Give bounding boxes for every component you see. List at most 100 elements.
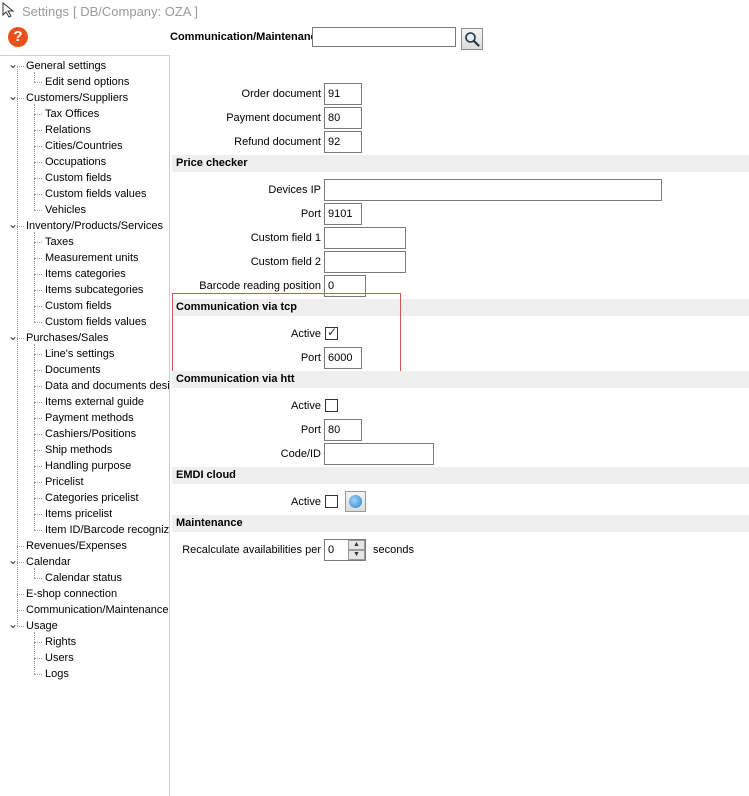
section-title: Communication/Maintenance	[170, 31, 312, 43]
emdi-globe-button[interactable]	[345, 491, 366, 512]
custom-field-1-label: Custom field 1	[250, 232, 321, 244]
tree-item[interactable]: Items external guide	[45, 394, 144, 410]
tcp-active-checkbox[interactable]: ✓	[325, 325, 338, 340]
tcp-port-label: Port	[300, 352, 321, 364]
tree-guide-line	[34, 178, 42, 179]
tree-guide-line	[34, 146, 42, 147]
tree-guide-line	[17, 66, 18, 626]
order-document-label: Order document	[241, 88, 321, 100]
http-active-label: Active	[291, 400, 321, 412]
tree-item[interactable]: Edit send options	[45, 74, 129, 90]
http-port-label: Port	[300, 424, 321, 436]
tree-item[interactable]: Communication/Maintenance	[26, 602, 168, 618]
maintenance-header: Maintenance	[172, 515, 749, 532]
tree-guide-line	[34, 418, 42, 419]
tree-item[interactable]: Customers/Suppliers	[26, 90, 128, 106]
magnifier-icon	[465, 32, 480, 47]
tree-item[interactable]: Custom fields values	[45, 186, 147, 202]
tree-guide-line	[17, 546, 24, 547]
help-icon[interactable]: ?	[8, 27, 28, 47]
price-checker-header: Price checker	[172, 155, 749, 172]
barcode-position-field[interactable]	[324, 275, 366, 297]
tree-item[interactable]: Line's settings	[45, 346, 114, 362]
tree-item[interactable]: Handling purpose	[45, 458, 131, 474]
search-button[interactable]	[461, 28, 483, 50]
tree-item[interactable]: Calendar status	[45, 570, 122, 586]
tree-item[interactable]: Items subcategories	[45, 282, 143, 298]
tree-guide-line	[34, 114, 42, 115]
search-input[interactable]	[312, 27, 456, 47]
code-id-field[interactable]	[324, 443, 434, 465]
tree-item[interactable]: Custom fields	[45, 170, 112, 186]
devices-ip-label: Devices IP	[268, 184, 321, 196]
payment-document-field[interactable]	[324, 107, 362, 129]
tree-item[interactable]: Relations	[45, 122, 91, 138]
tree-item[interactable]: Inventory/Products/Services	[26, 218, 163, 234]
tree-guide-line	[34, 104, 35, 210]
emdi-active-label: Active	[291, 496, 321, 508]
tree-item[interactable]: Categories pricelist	[45, 490, 139, 506]
tree-item[interactable]: Rights	[45, 634, 76, 650]
tree-item[interactable]: Documents	[45, 362, 101, 378]
tree-item[interactable]: Custom fields	[45, 298, 112, 314]
tree-item[interactable]: Purchases/Sales	[26, 330, 109, 346]
cursor-icon	[2, 2, 15, 18]
tcp-port-field[interactable]	[324, 347, 362, 369]
http-active-checkbox[interactable]	[325, 399, 338, 412]
tree-guide-line	[34, 306, 42, 307]
tree-guide-line	[34, 274, 42, 275]
tree-item[interactable]: Vehicles	[45, 202, 86, 218]
http-port-field[interactable]	[324, 419, 362, 441]
tree-item[interactable]: Items pricelist	[45, 506, 112, 522]
tree-item[interactable]: Measurement units	[45, 250, 139, 266]
tree-item[interactable]: Revenues/Expenses	[26, 538, 127, 554]
tree-item[interactable]: Ship methods	[45, 442, 112, 458]
custom-field-2-label: Custom field 2	[250, 256, 321, 268]
tree-item[interactable]: Custom fields values	[45, 314, 147, 330]
recalculate-spinner[interactable]: ▲ ▼	[348, 540, 365, 560]
tree-item[interactable]: Cashiers/Positions	[45, 426, 136, 442]
tree-item[interactable]: E-shop connection	[26, 586, 117, 602]
order-document-field[interactable]	[324, 83, 362, 105]
emdi-active-checkbox[interactable]	[325, 495, 338, 508]
tree-item[interactable]: Logs	[45, 666, 69, 682]
barcode-position-label: Barcode reading position	[199, 280, 321, 292]
tree-guide-line	[34, 578, 42, 579]
custom-field-1-input[interactable]	[324, 227, 406, 249]
tree-guide-line	[34, 632, 35, 674]
tree-item[interactable]: Tax Offices	[45, 106, 99, 122]
tree-guide-line	[34, 498, 42, 499]
refund-document-field[interactable]	[324, 131, 362, 153]
tree-guide-line	[17, 338, 24, 339]
tree-item[interactable]: Pricelist	[45, 474, 84, 490]
tree-item[interactable]: Taxes	[45, 234, 74, 250]
tree-item[interactable]: Data and documents design	[45, 378, 169, 394]
tree-item[interactable]: General settings	[26, 58, 106, 74]
tree-item[interactable]: Occupations	[45, 154, 106, 170]
tree-guide-line	[34, 434, 42, 435]
tree-guide-line	[34, 674, 42, 675]
tree-item[interactable]: Item ID/Barcode recognizer	[45, 522, 169, 538]
tree-guide-line	[34, 466, 42, 467]
spin-down-icon[interactable]: ▼	[348, 550, 365, 560]
code-id-label: Code/ID	[280, 448, 321, 460]
price-checker-port-field[interactable]	[324, 203, 362, 225]
tree-guide-line	[34, 82, 42, 83]
tree-guide-line	[34, 568, 35, 578]
tree-item[interactable]: Payment methods	[45, 410, 134, 426]
tree-guide-line	[34, 210, 42, 211]
tree-item[interactable]: Cities/Countries	[45, 138, 123, 154]
tree-item[interactable]: Calendar	[26, 554, 71, 570]
tree-item[interactable]: Usage	[26, 618, 58, 634]
tree-item[interactable]: Items categories	[45, 266, 126, 282]
tree-guide-line	[34, 514, 42, 515]
check-icon: ✓	[327, 325, 338, 339]
payment-document-label: Payment document	[226, 112, 321, 124]
spin-up-icon[interactable]: ▲	[348, 540, 365, 550]
tree-guide-line	[34, 642, 42, 643]
seconds-label: seconds	[373, 544, 414, 556]
tree-item[interactable]: Users	[45, 650, 74, 666]
custom-field-2-input[interactable]	[324, 251, 406, 273]
tree-guide-line	[34, 386, 42, 387]
devices-ip-field[interactable]	[324, 179, 662, 201]
